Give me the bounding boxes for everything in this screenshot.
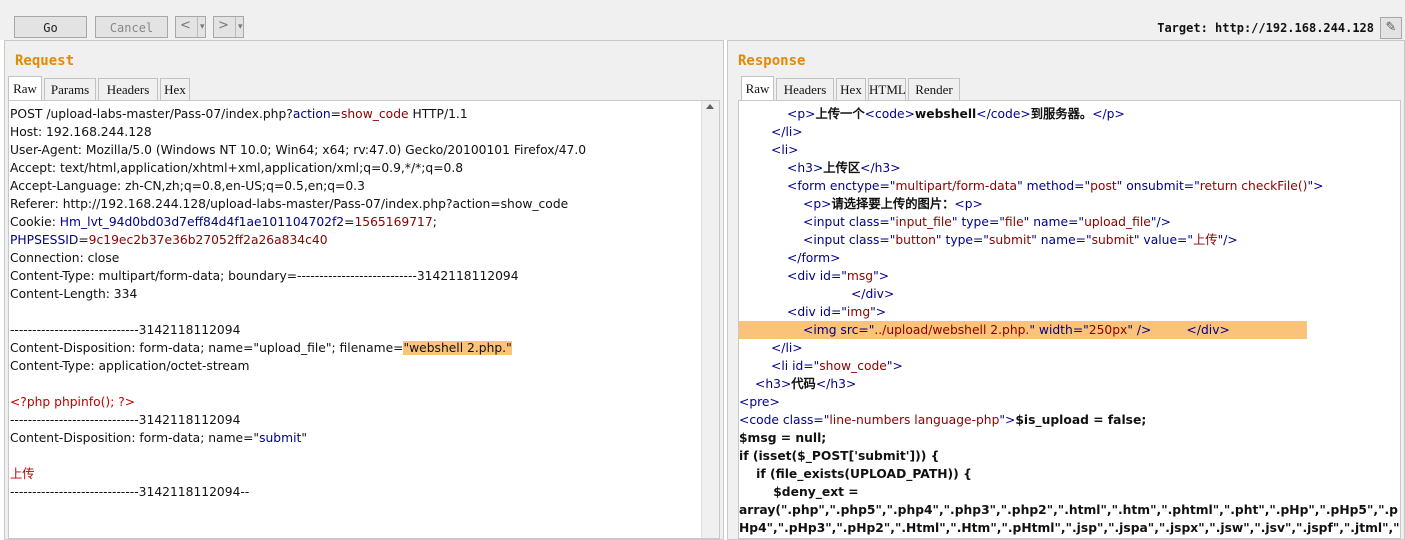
content-type-header: Content-Type: multipart/form-data; bound…	[10, 269, 519, 283]
source-line: <h3>上传区</h3>	[787, 161, 901, 175]
multipart-boundary: -----------------------------31421181120…	[10, 413, 241, 427]
source-line: <pre>	[739, 395, 780, 409]
source-line: <li id="show_code">	[771, 359, 903, 373]
response-title: Response	[738, 53, 806, 69]
source-line: array(".php",".php5",".php4",".php3",".p…	[739, 503, 1398, 517]
toolbar: Go Cancel < ▾ > ▾ Target: http://192.168…	[0, 0, 1405, 40]
filename-highlight: "webshell 2.php."	[403, 341, 512, 355]
accept-language-header: Accept-Language: zh-CN,zh;q=0.8,en-US;q=…	[10, 179, 365, 193]
tab-hex[interactable]: Hex	[160, 78, 190, 100]
tab-params[interactable]: Params	[44, 78, 96, 100]
content-disposition-file: Content-Disposition: form-data; name="up…	[10, 341, 512, 355]
user-agent-header: User-Agent: Mozilla/5.0 (Windows NT 10.0…	[10, 143, 587, 157]
pencil-icon: ✎	[1385, 20, 1397, 35]
source-line: <form enctype="multipart/form-data" meth…	[787, 179, 1324, 193]
content-disposition-submit: Content-Disposition: form-data; name="su…	[10, 431, 307, 445]
tab-hex[interactable]: Hex	[836, 78, 866, 100]
request-scrollbar[interactable]	[701, 101, 719, 538]
forward-button[interactable]: > ▾	[213, 16, 244, 38]
response-pane: Response Raw Headers Hex HTML Render <p>…	[727, 40, 1405, 540]
edit-target-button[interactable]: ✎	[1380, 17, 1402, 39]
source-line: <div id="msg">	[787, 269, 890, 283]
forward-dropdown-icon[interactable]: ▾	[235, 17, 243, 37]
multipart-boundary-end: -----------------------------31421181120…	[10, 485, 250, 499]
source-line: </div>	[851, 287, 895, 301]
back-arrow-icon: <	[180, 18, 191, 33]
submit-value: 上传	[10, 467, 35, 481]
source-line: $deny_ext =	[739, 485, 859, 499]
source-line: <code class="line-numbers language-php">…	[739, 413, 1147, 427]
tab-raw[interactable]: Raw	[741, 76, 774, 100]
target-display: Target: http://192.168.244.128	[1157, 21, 1374, 35]
tab-render[interactable]: Render	[908, 78, 960, 100]
source-line: if (isset($_POST['submit'])) {	[739, 449, 940, 463]
part-content-type: Content-Type: application/octet-stream	[10, 359, 250, 373]
accept-header: Accept: text/html,application/xhtml+xml,…	[10, 161, 464, 175]
back-button[interactable]: < ▾	[175, 16, 206, 38]
source-line: Hp4",".pHp3",".pHp2",".Html",".Htm",".pH…	[739, 521, 1400, 535]
go-button[interactable]: Go	[14, 16, 87, 38]
tab-raw[interactable]: Raw	[8, 76, 42, 100]
target-url: http://192.168.244.128	[1215, 21, 1374, 35]
scroll-up-icon[interactable]	[706, 104, 714, 109]
response-editor[interactable]: <p>上传一个<code>webshell</code>到服务器。</p> </l…	[738, 100, 1401, 539]
forward-arrow-icon: >	[218, 18, 229, 33]
request-title: Request	[15, 53, 75, 69]
source-line: if (file_exists(UPLOAD_PATH)) {	[739, 467, 972, 481]
tab-headers[interactable]: Headers	[98, 78, 158, 100]
target-label: Target:	[1157, 21, 1208, 35]
highlighted-source-line: <img src="../upload/webshell 2.php." wid…	[739, 321, 1307, 339]
source-line: <h3>代码</h3>	[755, 377, 857, 391]
source-line: <input class="button" type="submit" name…	[803, 233, 1238, 247]
cookie-header: Cookie: Hm_lvt_94d0bd03d7eff84d4f1ae1011…	[10, 215, 437, 229]
back-dropdown-icon[interactable]: ▾	[197, 17, 205, 37]
tab-headers[interactable]: Headers	[776, 78, 834, 100]
content-length-header: Content-Length: 334	[10, 287, 138, 301]
connection-header: Connection: close	[10, 251, 120, 265]
tab-html[interactable]: HTML	[868, 78, 906, 100]
php-payload: <?php phpinfo(); ?>	[10, 395, 136, 409]
source-line: </form>	[787, 251, 841, 265]
source-line: <div id="img">	[787, 305, 887, 319]
source-line: <li>	[771, 143, 799, 157]
source-line: $msg = null;	[739, 431, 827, 445]
request-editor[interactable]: POST /upload-labs-master/Pass-07/index.p…	[8, 100, 720, 539]
source-line: <p>请选择要上传的图片：<p>	[803, 197, 983, 211]
source-line: </li>	[771, 125, 803, 139]
source-line: </li>	[771, 341, 803, 355]
cancel-button[interactable]: Cancel	[95, 16, 168, 38]
request-line: POST /upload-labs-master/Pass-07/index.p…	[10, 107, 468, 121]
multipart-boundary: -----------------------------31421181120…	[10, 323, 241, 337]
referer-header: Referer: http://192.168.244.128/upload-l…	[10, 197, 569, 211]
request-pane: Request Raw Params Headers Hex POST /upl…	[4, 40, 724, 540]
source-line: <p>上传一个<code>webshell</code>到服务器。</p>	[787, 107, 1125, 121]
cookie-phpsessid: PHPSESSID=9c19ec2b37e36b27052ff2a26a834c…	[10, 233, 328, 247]
source-line: <input class="input_file" type="file" na…	[803, 215, 1171, 229]
host-header: Host: 192.168.244.128	[10, 125, 152, 139]
